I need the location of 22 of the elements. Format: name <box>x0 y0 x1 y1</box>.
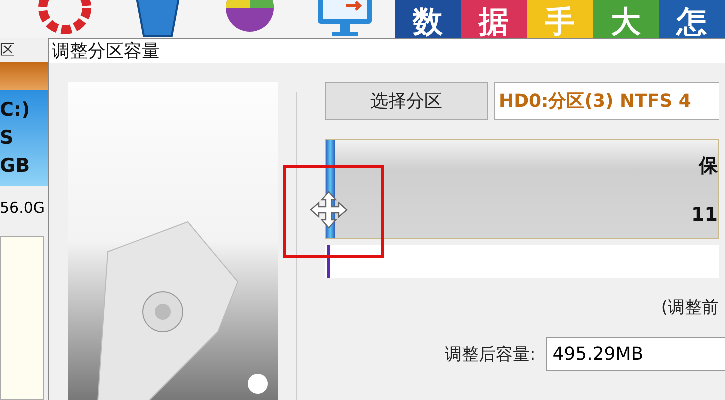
size-field[interactable]: 495.29MB <box>546 337 725 371</box>
dialog-title: 调整分区容量 <box>52 40 160 63</box>
note-text: (调整前 <box>661 297 719 319</box>
partition-text: C:) <box>0 98 32 123</box>
partition-label: 11 <box>692 204 718 226</box>
banner-tile: 数 <box>395 0 461 38</box>
banner-tile: 怎 <box>659 0 725 38</box>
partition-text: S <box>0 126 15 151</box>
select-partition-button[interactable]: 选择分区 <box>325 82 488 120</box>
banner-tile: 手 <box>527 0 593 38</box>
partition-field[interactable]: HD0:分区(3) NTFS 4 <box>494 82 719 120</box>
banner-tile: 大 <box>593 0 659 38</box>
disk-size-text: 56.0G <box>0 198 46 219</box>
partition-label: 保 <box>699 154 718 178</box>
size-label: 调整后容量: <box>445 344 536 366</box>
partition-bar[interactable]: 保 11 <box>325 139 719 239</box>
disk-header-bar <box>0 62 48 90</box>
tab-label[interactable]: 区 <box>0 38 48 62</box>
banner-tile: 据 <box>461 0 527 38</box>
partition-text: GB <box>0 154 32 179</box>
partition-block[interactable]: C:) S GB <box>0 90 48 186</box>
move-cursor-icon <box>309 190 349 230</box>
